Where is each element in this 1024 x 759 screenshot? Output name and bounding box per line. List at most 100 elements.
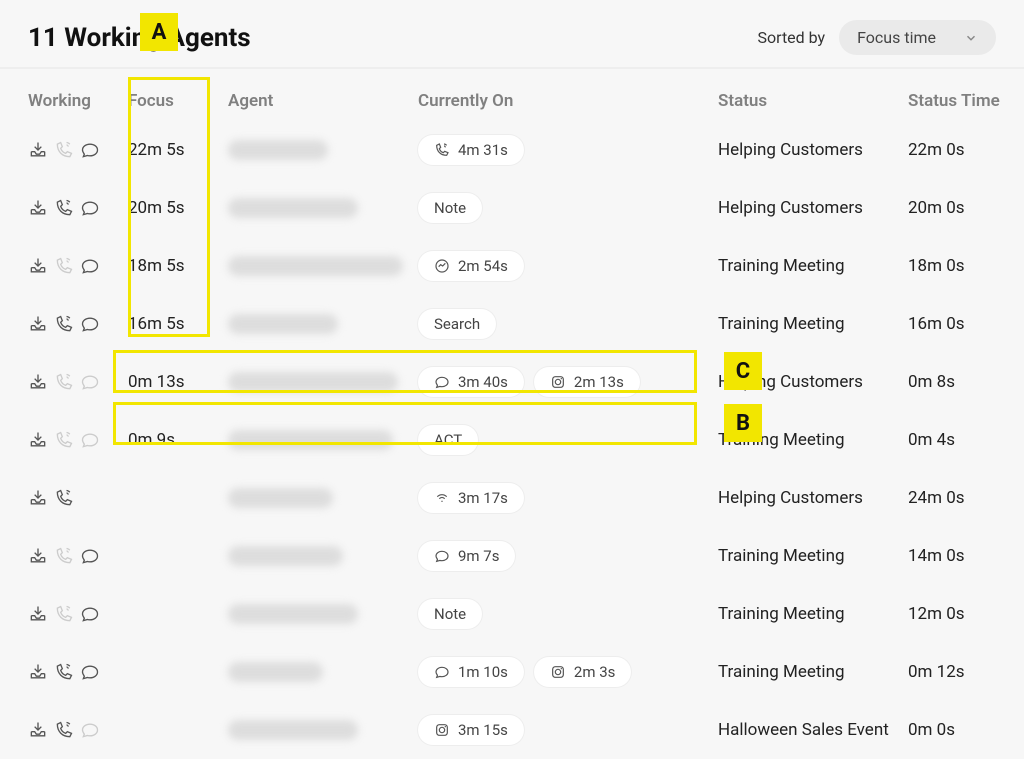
chip-text: 2m 3s bbox=[574, 663, 615, 681]
table-row[interactable]: 1m 10s2m 3s Training Meeting 0m 12s bbox=[20, 643, 1004, 701]
header-bar: 11 Working Agents Sorted by Focus time bbox=[0, 0, 1024, 69]
col-status: Status bbox=[718, 91, 908, 111]
agent-cell bbox=[228, 488, 418, 508]
sort-select[interactable]: Focus time bbox=[839, 20, 996, 55]
status-cell: Halloween Sales Event bbox=[718, 720, 908, 740]
table-row[interactable]: 16m 5s Search Training Meeting 16m 0s bbox=[20, 295, 1004, 353]
currently-chip[interactable]: 3m 17s bbox=[418, 483, 524, 513]
page-title: 11 Working Agents bbox=[28, 23, 251, 53]
phone-icon bbox=[54, 430, 74, 450]
chat-icon bbox=[80, 662, 100, 682]
inbox-icon bbox=[28, 314, 48, 334]
agent-name-redacted bbox=[228, 720, 358, 740]
working-cell bbox=[28, 314, 128, 334]
chip-text: 3m 15s bbox=[458, 721, 508, 739]
status-cell: Helping Customers bbox=[718, 198, 908, 218]
phone-icon bbox=[434, 142, 450, 158]
currently-chip[interactable]: 2m 13s bbox=[534, 367, 640, 397]
status-time-cell: 0m 12s bbox=[908, 662, 1008, 682]
currently-on-cell: Note bbox=[418, 193, 718, 223]
currently-chip[interactable]: 1m 10s bbox=[418, 657, 524, 687]
table-row[interactable]: 20m 5s Note Helping Customers 20m 0s bbox=[20, 179, 1004, 237]
chat-icon bbox=[80, 430, 100, 450]
col-working: Working bbox=[28, 91, 128, 111]
chip-text: Note bbox=[434, 605, 466, 623]
working-cell bbox=[28, 546, 128, 566]
focus-cell: 0m 13s bbox=[128, 372, 228, 392]
inbox-icon bbox=[28, 604, 48, 624]
chip-text: 4m 31s bbox=[458, 141, 508, 159]
chevron-down-icon bbox=[964, 31, 978, 45]
focus-cell: 16m 5s bbox=[128, 314, 228, 334]
sorted-by-label: Sorted by bbox=[758, 28, 826, 47]
chat-icon bbox=[434, 664, 450, 680]
status-cell: Helping Customers bbox=[718, 488, 908, 508]
chat-icon bbox=[80, 256, 100, 276]
table-row[interactable]: 3m 15s Halloween Sales Event 0m 0s bbox=[20, 701, 1004, 759]
chat-icon bbox=[80, 720, 100, 740]
status-cell: Training Meeting bbox=[718, 546, 908, 566]
focus-cell: 0m 9s bbox=[128, 430, 228, 450]
chat-icon bbox=[434, 548, 450, 564]
table-row[interactable]: 3m 17s Helping Customers 24m 0s bbox=[20, 469, 1004, 527]
currently-chip[interactable]: Note bbox=[418, 193, 482, 223]
currently-chip[interactable]: 3m 15s bbox=[418, 715, 524, 745]
table-row[interactable]: 0m 9s ACT Training Meeting 0m 4s bbox=[20, 411, 1004, 469]
table-row[interactable]: 18m 5s 2m 54s Training Meeting 18m 0s bbox=[20, 237, 1004, 295]
status-cell: Helping Customers bbox=[718, 372, 908, 392]
currently-chip[interactable]: 3m 40s bbox=[418, 367, 524, 397]
currently-chip[interactable]: 2m 3s bbox=[534, 657, 631, 687]
currently-on-cell: 3m 17s bbox=[418, 483, 718, 513]
chip-text: ACT bbox=[434, 431, 462, 449]
currently-chip[interactable]: ACT bbox=[418, 425, 478, 455]
currently-on-cell: 3m 40s 2m 13s bbox=[418, 367, 718, 397]
status-time-cell: 0m 0s bbox=[908, 720, 1008, 740]
working-cell bbox=[28, 430, 128, 450]
currently-on-cell: Note bbox=[418, 599, 718, 629]
working-cell bbox=[28, 372, 128, 392]
phone-icon bbox=[54, 314, 74, 334]
currently-chip[interactable]: 4m 31s bbox=[418, 135, 524, 165]
agent-name-redacted bbox=[228, 198, 358, 218]
chip-text: 9m 7s bbox=[458, 547, 499, 565]
col-currently-on: Currently On bbox=[418, 91, 718, 111]
table-row[interactable]: 9m 7s Training Meeting 14m 0s bbox=[20, 527, 1004, 585]
agent-cell bbox=[228, 372, 418, 392]
agent-cell bbox=[228, 546, 418, 566]
table-row[interactable]: Note Training Meeting 12m 0s bbox=[20, 585, 1004, 643]
chip-text: 2m 13s bbox=[574, 373, 624, 391]
chip-text: Search bbox=[434, 315, 480, 333]
currently-chip[interactable]: 2m 54s bbox=[418, 251, 524, 281]
currently-on-cell: ACT bbox=[418, 425, 718, 455]
table-header: Working Focus Agent Currently On Status … bbox=[20, 69, 1004, 121]
table-row[interactable]: 22m 5s 4m 31s Helping Customers 22m 0s bbox=[20, 121, 1004, 179]
agents-table: Working Focus Agent Currently On Status … bbox=[0, 69, 1024, 759]
inbox-icon bbox=[28, 140, 48, 160]
inbox-icon bbox=[28, 488, 48, 508]
phone-icon bbox=[54, 256, 74, 276]
currently-chip[interactable]: Note bbox=[418, 599, 482, 629]
currently-on-cell: 9m 7s bbox=[418, 541, 718, 571]
col-agent: Agent bbox=[228, 91, 418, 111]
agent-cell bbox=[228, 662, 418, 682]
messenger-icon bbox=[434, 258, 450, 274]
sort-controls: Sorted by Focus time bbox=[758, 20, 997, 55]
currently-on-cell: 2m 54s bbox=[418, 251, 718, 281]
phone-icon bbox=[54, 488, 74, 508]
working-cell bbox=[28, 198, 128, 218]
status-time-cell: 14m 0s bbox=[908, 546, 1008, 566]
status-time-cell: 18m 0s bbox=[908, 256, 1008, 276]
chat-icon bbox=[80, 372, 100, 392]
currently-chip[interactable]: Search bbox=[418, 309, 496, 339]
instagram-icon bbox=[550, 374, 566, 390]
table-row[interactable]: 0m 13s 3m 40s2m 13s Helping Customers 0m… bbox=[20, 353, 1004, 411]
chat-icon bbox=[80, 546, 100, 566]
instagram-icon bbox=[434, 722, 450, 738]
status-cell: Training Meeting bbox=[718, 314, 908, 334]
currently-chip[interactable]: 9m 7s bbox=[418, 541, 515, 571]
status-cell: Training Meeting bbox=[718, 604, 908, 624]
sort-select-value: Focus time bbox=[857, 28, 936, 47]
phone-icon bbox=[54, 372, 74, 392]
col-status-time: Status Time bbox=[908, 91, 1008, 111]
wifi-icon bbox=[434, 490, 450, 506]
